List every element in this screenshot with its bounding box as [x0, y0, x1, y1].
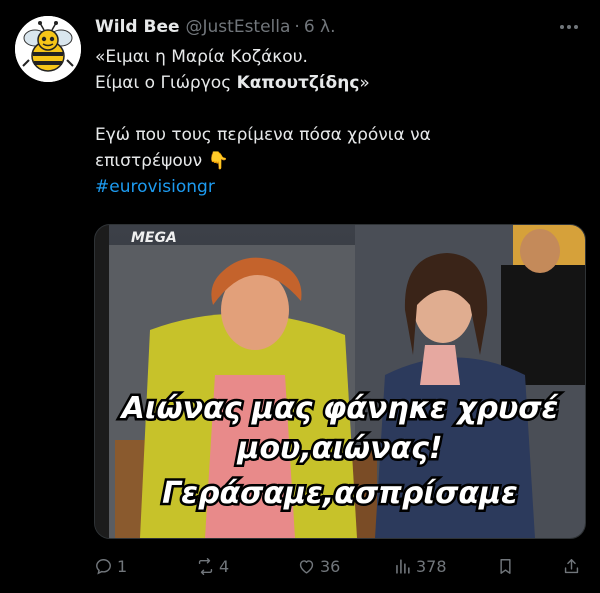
- share-icon: [564, 558, 579, 573]
- caption-line: Γεράσαμε,ασπρίσαμε: [162, 476, 518, 511]
- mentioned-name: Καπουτζίδης: [236, 73, 360, 93]
- views-button[interactable]: 378: [393, 552, 447, 580]
- avatar[interactable]: [15, 16, 81, 82]
- tweet: Wild Bee @JustEstella · 6 λ. «Ειμαι η Μα…: [0, 0, 600, 593]
- timestamp[interactable]: 6 λ.: [304, 17, 336, 37]
- bee-mascot-icon: [15, 16, 81, 82]
- tweet-text-line: Είμαι ο Γιώργος Καπουτζίδης»: [95, 70, 575, 96]
- like-count: 36: [320, 556, 341, 576]
- reply-icon: [96, 558, 111, 575]
- repost-icon: [198, 557, 213, 575]
- like-button[interactable]: 36: [297, 552, 340, 580]
- tweet-text-line: «Ειμαι η Μαρία Κοζάκου.: [95, 47, 308, 67]
- tv-still-image: MEGA Αιώνας μας φάνηκε χρυσέ μου,αιώνας!…: [95, 225, 585, 538]
- reply-button[interactable]: 1: [94, 552, 127, 580]
- hashtag-link[interactable]: #eurovisiongr: [95, 174, 575, 200]
- share-button[interactable]: [562, 552, 585, 580]
- tweet-text-segment: »: [359, 73, 370, 93]
- repost-count: 4: [219, 556, 230, 576]
- heart-icon: [299, 559, 314, 574]
- tweet-header: Wild Bee @JustEstella · 6 λ.: [95, 14, 580, 40]
- analytics-icon: [396, 558, 410, 574]
- separator-dot: ·: [294, 17, 300, 37]
- view-count: 378: [416, 556, 447, 576]
- channel-logo: MEGA: [131, 230, 177, 246]
- tweet-text-line: Εγώ που τους περίμενα πόσα χρόνια να: [95, 125, 431, 145]
- tweet-text-line: επιστρέψουν 👇: [95, 151, 229, 171]
- action-bar: 1 4 36 378: [94, 552, 590, 580]
- repost-button[interactable]: 4: [196, 552, 229, 580]
- user-handle[interactable]: @JustEstella: [186, 17, 291, 37]
- display-name[interactable]: Wild Bee: [95, 17, 180, 37]
- more-options-button[interactable]: [556, 14, 582, 40]
- reply-count: 1: [117, 556, 128, 576]
- more-dots-icon: [560, 25, 578, 29]
- caption-line: Αιώνας μας φάνηκε χρυσέ: [120, 391, 559, 426]
- bookmark-icon: [500, 558, 511, 574]
- caption-line: μου,αιώνας!: [236, 431, 442, 466]
- bookmark-button[interactable]: [496, 552, 519, 580]
- tweet-text: «Ειμαι η Μαρία Κοζάκου. Είμαι ο Γιώργος …: [95, 44, 575, 200]
- tweet-text-segment: Είμαι ο Γιώργος: [95, 73, 237, 93]
- media-image[interactable]: MEGA Αιώνας μας φάνηκε χρυσέ μου,αιώνας!…: [94, 224, 586, 539]
